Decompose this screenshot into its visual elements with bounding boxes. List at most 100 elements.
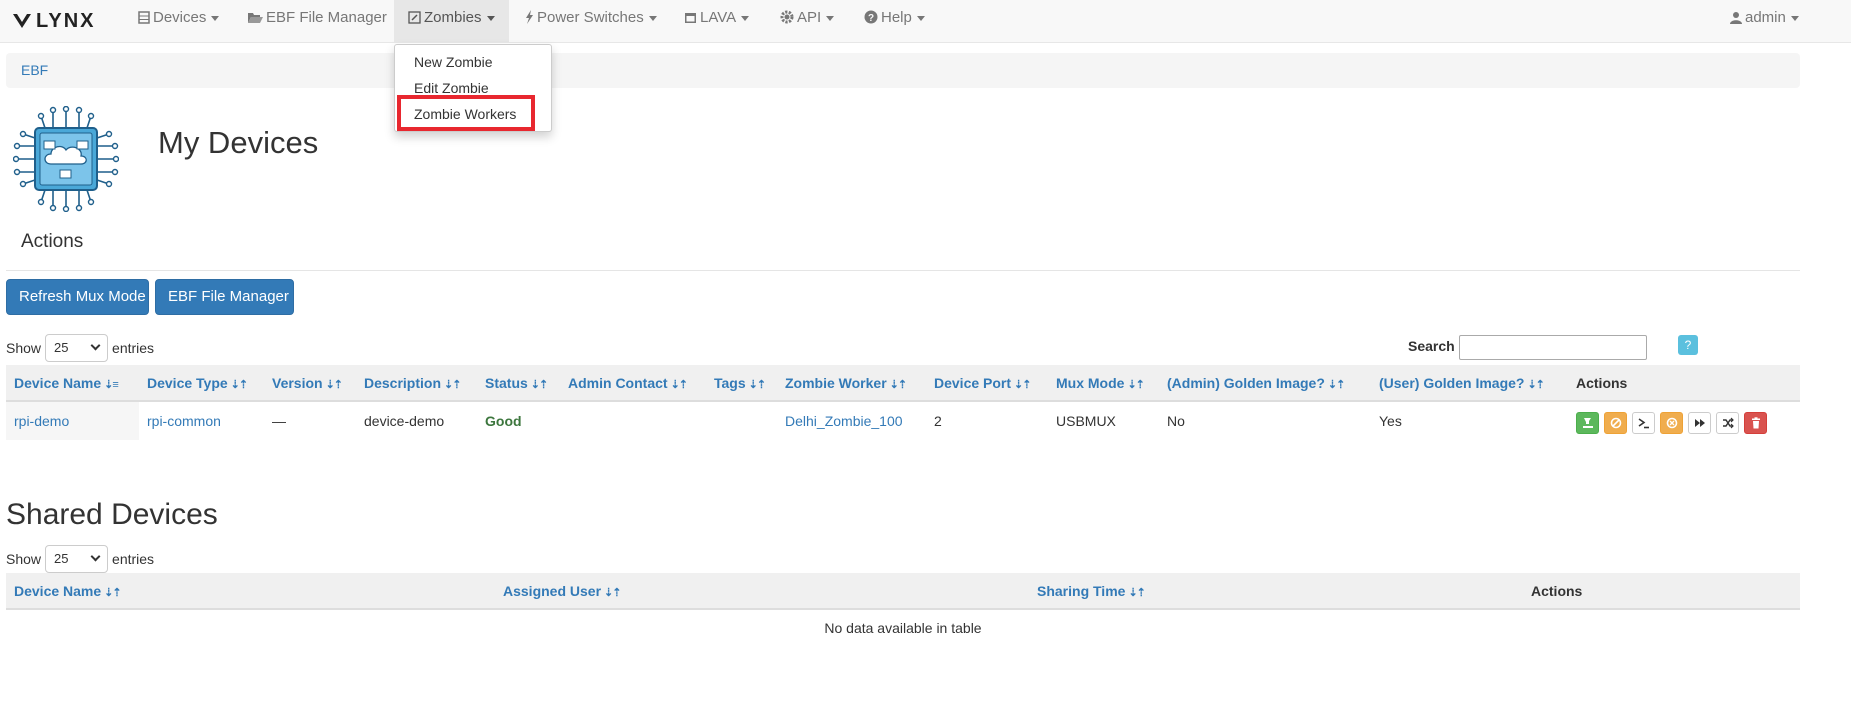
menu-item-edit-zombie[interactable]: Edit Zombie [414,80,489,96]
nav-devices-label: Devices [153,9,207,26]
shared-col-actions: Actions [1531,583,1583,599]
breadcrumb-item-ebf[interactable]: EBF [21,62,48,78]
col-admin-contact-label: Admin Contact [568,375,668,391]
calendar-icon [685,13,696,23]
col-tags[interactable]: Tags ⇣⇡ [714,365,766,402]
page-title: My Devices [158,125,319,160]
user-icon [1730,12,1742,24]
nav-help[interactable]: ? Help [864,0,925,43]
shared-show-label: Show [6,551,42,567]
brand-logo[interactable]: LYNX [12,8,96,34]
sort-icon: ⇣⇡ [1014,379,1031,391]
folder-open-icon [248,13,263,23]
flash-icon [526,10,533,24]
col-mux-mode[interactable]: Mux Mode ⇣⇡ [1056,365,1145,402]
chevron-down-icon [826,15,835,21]
nav-ebf-file-manager[interactable]: EBF File Manager [247,0,387,43]
disable-device-button[interactable] [1604,412,1627,434]
question-circle-icon: ? [864,10,878,24]
col-status[interactable]: Status ⇣⇡ [485,365,548,402]
col-device-name-label: Device Name [14,375,102,391]
sort-icon: ⇣⇡ [104,587,121,599]
col-description[interactable]: Description ⇣⇡ [364,365,461,402]
col-device-port[interactable]: Device Port ⇣⇡ [934,365,1032,402]
cog-icon [780,10,794,24]
zombies-dropdown-menu: New Zombie Edit Zombie Zombie Workers [394,44,552,132]
col-user-golden-image[interactable]: (User) Golden Image? ⇣⇡ [1379,365,1545,402]
nav-devices[interactable]: Devices [138,0,220,43]
stop-device-button[interactable] [1660,412,1683,434]
chevron-down-icon [916,15,925,21]
col-tags-label: Tags [714,375,746,391]
server-icon [138,11,150,24]
open-terminal-button[interactable] [1632,412,1655,434]
breadcrumb: EBF [6,53,1800,88]
search-label: Search [1408,338,1455,354]
col-description-label: Description [364,375,442,391]
zombie-worker-link[interactable]: Delhi_Zombie_100 [785,402,903,440]
refresh-mux-mode-button[interactable]: Refresh Mux Mode [6,279,149,315]
terminal-icon [1638,418,1649,429]
col-actions: Actions [1576,375,1628,391]
col-zombie-worker[interactable]: Zombie Worker ⇣⇡ [785,365,907,402]
nav-zombies[interactable]: Zombies [394,0,509,43]
switch-mux-button[interactable] [1716,412,1739,434]
device-type-link[interactable]: rpi-common [147,402,221,440]
nav-power-switches-label: Power Switches [537,9,644,26]
download-image-button[interactable] [1576,412,1599,434]
chevron-down-icon [741,15,750,21]
fast-forward-icon [1695,419,1705,427]
shared-col-sharing-time[interactable]: Sharing Time ⇣⇡ [1037,573,1146,610]
mux-mode-cell: USBMUX [1056,413,1116,429]
ebf-file-manager-button[interactable]: EBF File Manager [155,279,294,315]
stop-circle-icon [1666,417,1678,429]
menu-item-new-zombie[interactable]: New Zombie [414,54,493,70]
device-port-cell: 2 [934,413,942,429]
chevron-down-icon [90,340,101,351]
device-name-link[interactable]: rpi-demo [14,402,69,440]
table-row: rpi-demo rpi-common — device-demo Good D… [6,402,1800,440]
empty-table-message: No data available in table [824,620,982,636]
user-golden-image-cell: Yes [1379,413,1402,429]
show-label: Show [6,340,42,356]
fast-forward-button[interactable] [1688,412,1711,434]
shared-col-assigned-user[interactable]: Assigned User ⇣⇡ [503,573,622,610]
col-admin-golden-image[interactable]: (Admin) Golden Image? ⇣⇡ [1167,365,1345,402]
col-device-port-label: Device Port [934,375,1012,391]
col-device-type-label: Device Type [147,375,228,391]
col-version[interactable]: Version ⇣⇡ [272,365,343,402]
nav-api-label: API [797,9,822,26]
help-button[interactable]: ? [1678,335,1698,355]
brand-name: LYNX [36,9,96,32]
status-cell: Good [485,413,522,429]
chevron-down-icon [648,15,657,21]
sort-icon: ⇣⇡ [530,379,548,391]
nav-power-switches[interactable]: Power Switches [525,0,657,43]
col-device-name[interactable]: Device Name ⇣≡ [14,365,119,402]
my-devices-table-header: Device Name ⇣≡ Device Type ⇣⇡ Version ⇣⇡ De… [6,365,1800,402]
nav-api[interactable]: API [780,0,835,43]
device-chip-logo [12,105,120,213]
menu-item-zombie-workers[interactable]: Zombie Workers [414,106,516,122]
col-admin-golden-image-label: (Admin) Golden Image? [1167,375,1325,391]
col-admin-contact[interactable]: Admin Contact ⇣⇡ [568,365,688,402]
admin-golden-image-cell: No [1167,413,1185,429]
top-navbar: LYNX Devices EBF File Manager Zombies Po… [0,0,1851,43]
chevron-down-icon [90,551,101,562]
nav-lava[interactable]: LAVA [684,0,750,43]
sort-icon: ⇣⇡ [230,379,248,391]
shared-page-size-select[interactable]: 25 [45,545,109,573]
col-device-type[interactable]: Device Type ⇣⇡ [147,365,248,402]
delete-device-button[interactable] [1744,412,1767,434]
page-size-control: Show 25 entries [6,334,154,362]
shared-page-size-value: 25 [54,551,69,566]
sort-icon: ⇣⇡ [889,379,907,391]
circuit-chip-icon [12,105,120,213]
shared-col-device-name[interactable]: Device Name ⇣⇡ [14,573,122,610]
search-input[interactable] [1459,335,1647,360]
lynx-logo-icon [13,14,31,28]
nav-user-menu[interactable]: admin [1730,0,1799,43]
page-size-select[interactable]: 25 [45,334,109,362]
nav-user-label: admin [1745,9,1786,26]
nav-lava-label: LAVA [700,9,737,26]
